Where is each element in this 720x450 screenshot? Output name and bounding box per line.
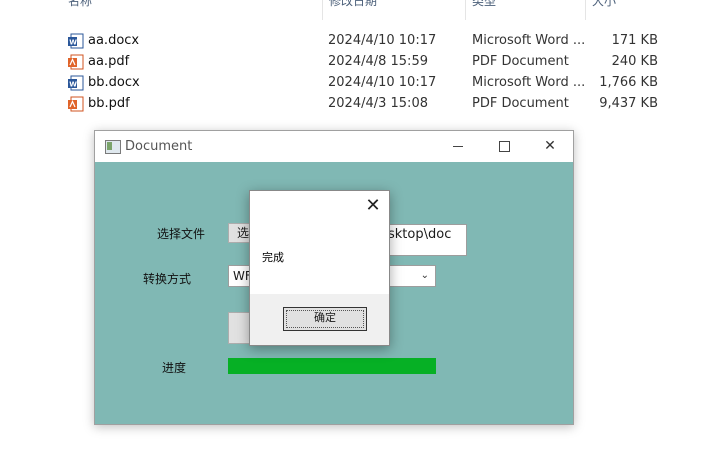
file-size: 171 KB xyxy=(611,33,658,48)
dialog-close-button[interactable]: ✕ xyxy=(363,195,383,217)
file-name: aa.pdf xyxy=(88,54,130,69)
file-row[interactable]: bb.pdf 2024/4/3 15:08 PDF Document 9,437… xyxy=(66,94,666,114)
minimize-icon xyxy=(453,145,463,147)
maximize-icon xyxy=(498,140,510,152)
file-path-field[interactable]: esktop\doc xyxy=(377,224,467,256)
completion-dialog: ✕ 完成 确定 xyxy=(249,190,390,346)
svg-text:W: W xyxy=(69,81,77,89)
file-name: aa.docx xyxy=(88,33,140,48)
maximize-button[interactable] xyxy=(481,131,527,162)
file-name: bb.pdf xyxy=(88,96,130,111)
title-bar[interactable]: Document ✕ xyxy=(95,131,573,162)
word-icon: W xyxy=(68,33,84,49)
close-button[interactable]: ✕ xyxy=(527,131,573,162)
dialog-footer: 确定 xyxy=(250,294,389,345)
file-list-header: 名称 修改日期 类型 大小 xyxy=(0,0,720,20)
progress-fill xyxy=(228,358,436,374)
select-file-label: 选择文件 xyxy=(157,227,206,241)
file-row[interactable]: W aa.docx 2024/4/10 10:17 Microsoft Word… xyxy=(66,31,666,51)
file-type: Microsoft Word ... xyxy=(472,75,586,90)
app-icon xyxy=(105,140,121,154)
close-icon: ✕ xyxy=(365,195,381,216)
column-separator[interactable] xyxy=(322,0,323,20)
pdf-icon xyxy=(68,54,84,70)
column-separator[interactable] xyxy=(585,0,586,20)
column-name-header[interactable]: 名称 xyxy=(68,0,92,9)
file-type: PDF Document xyxy=(472,54,569,69)
file-row[interactable]: W bb.docx 2024/4/10 10:17 Microsoft Word… xyxy=(66,73,666,93)
file-date: 2024/4/3 15:08 xyxy=(328,96,428,111)
file-name: bb.docx xyxy=(88,75,140,90)
convert-mode-label: 转换方式 xyxy=(143,272,192,286)
file-size: 1,766 KB xyxy=(599,75,658,90)
file-date: 2024/4/10 10:17 xyxy=(328,75,437,90)
pdf-icon xyxy=(68,96,84,112)
svg-text:W: W xyxy=(69,39,77,47)
dialog-message: 完成 xyxy=(262,251,284,264)
column-type-header[interactable]: 类型 xyxy=(472,0,496,9)
progress-bar xyxy=(228,358,436,374)
column-size-header[interactable]: 大小 xyxy=(592,0,616,9)
file-size: 240 KB xyxy=(611,54,658,69)
close-icon: ✕ xyxy=(544,138,556,154)
file-date: 2024/4/8 15:59 xyxy=(328,54,428,69)
file-date: 2024/4/10 10:17 xyxy=(328,33,437,48)
chevron-down-icon: ⌄ xyxy=(420,270,429,281)
progress-label: 进度 xyxy=(162,361,187,375)
file-type: Microsoft Word ... xyxy=(472,33,586,48)
word-icon: W xyxy=(68,75,84,91)
minimize-button[interactable] xyxy=(435,131,481,162)
window-title: Document xyxy=(125,139,193,154)
ok-button[interactable]: 确定 xyxy=(283,307,367,331)
column-date-header[interactable]: 修改日期 xyxy=(329,0,377,9)
file-size: 9,437 KB xyxy=(599,96,658,111)
column-separator[interactable] xyxy=(465,0,466,20)
file-row[interactable]: aa.pdf 2024/4/8 15:59 PDF Document 240 K… xyxy=(66,52,666,72)
file-type: PDF Document xyxy=(472,96,569,111)
